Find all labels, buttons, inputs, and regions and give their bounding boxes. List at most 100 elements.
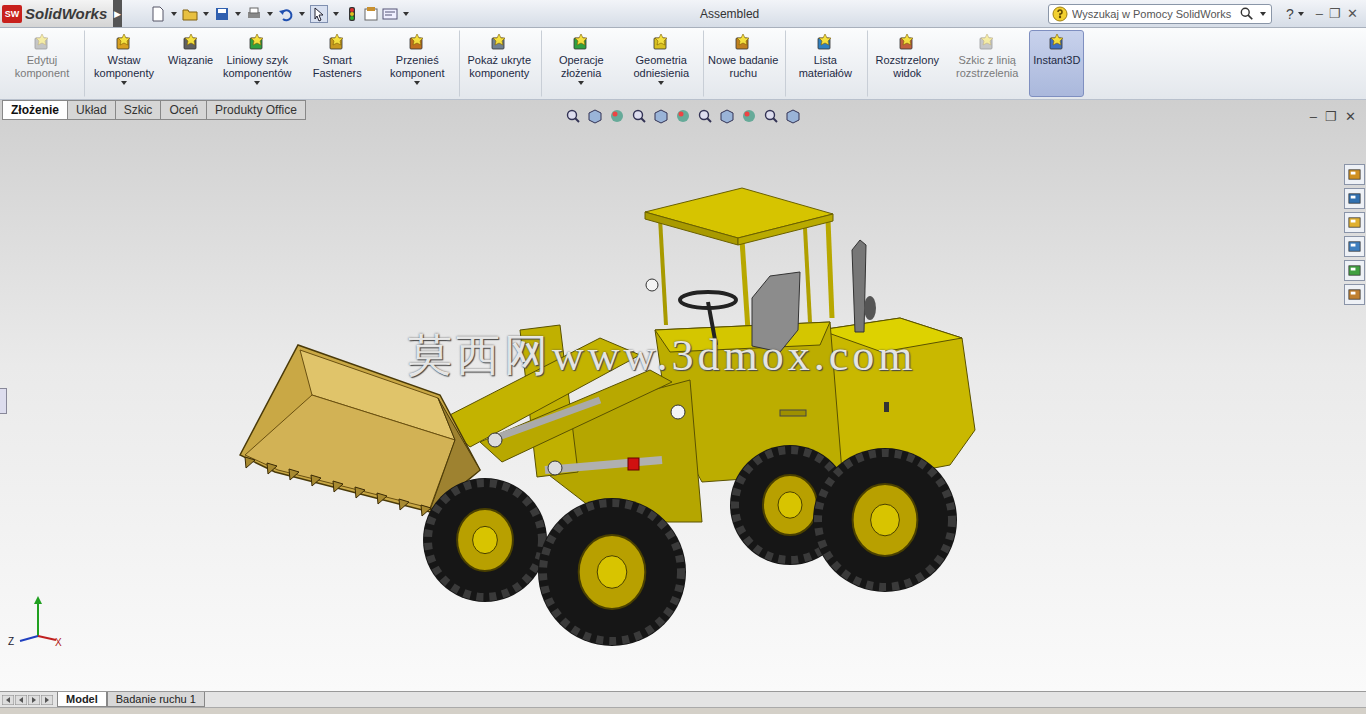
task-pane-button[interactable]: [1344, 212, 1365, 233]
ribbon-dropdown[interactable]: [254, 81, 260, 85]
command-tab[interactable]: Szkic: [116, 100, 162, 120]
solidworks-logo[interactable]: SW SolidWorks: [0, 0, 113, 27]
view-tool-icon[interactable]: [719, 108, 735, 124]
view-tool-icon[interactable]: [631, 108, 647, 124]
ribbon-button[interactable]: Operacje złożenia: [541, 30, 621, 97]
help-dropdown[interactable]: [1298, 12, 1304, 16]
view-tool-icon[interactable]: [609, 108, 625, 124]
ribbon-button[interactable]: Przenieś komponent: [377, 30, 457, 97]
ribbon-label: Edytuj komponent: [6, 54, 78, 80]
ribbon-button[interactable]: Instant3D: [1029, 30, 1084, 97]
ribbon-button[interactable]: Wstaw komponenty: [84, 30, 164, 97]
ribbon-button[interactable]: Smart Fasteners: [297, 30, 377, 97]
view-tool-icon[interactable]: [785, 108, 801, 124]
window-controls: –❐ ✕: [1310, 6, 1366, 21]
new-dropdown[interactable]: [171, 12, 177, 16]
command-tab[interactable]: Układ: [68, 100, 116, 120]
command-tab[interactable]: Złożenie: [2, 100, 68, 120]
view-tool-icon[interactable]: [675, 108, 691, 124]
wheel: [538, 498, 686, 646]
select-arrow-icon[interactable]: [310, 5, 328, 23]
scroll-arrow-icon[interactable]: [15, 695, 27, 705]
view-tool-icon[interactable]: [741, 108, 757, 124]
save-icon[interactable]: [214, 6, 230, 22]
command-icon: [327, 33, 347, 53]
ribbon-label: Wstaw komponenty: [88, 54, 160, 80]
scroll-arrow-icon[interactable]: [2, 695, 14, 705]
view-tool-icon[interactable]: [763, 108, 779, 124]
ribbon-button[interactable]: Edytuj komponent: [2, 30, 82, 97]
title-bar: SW SolidWorks ▶ Assembled Wyszukaj w Pom…: [0, 0, 1366, 28]
help-search-field[interactable]: Wyszukaj w Pomocy SolidWorks: [1048, 4, 1272, 24]
options-icon[interactable]: [382, 6, 398, 22]
file-properties-icon[interactable]: [363, 6, 379, 22]
ribbon-label: Smart Fasteners: [301, 54, 373, 80]
status-bar: [0, 707, 1366, 714]
window-control-button[interactable]: ❐: [1329, 6, 1341, 21]
ribbon-dropdown[interactable]: [414, 81, 420, 85]
scroll-arrow-icon[interactable]: [41, 695, 53, 705]
print-dropdown[interactable]: [267, 12, 273, 16]
task-pane-button[interactable]: [1344, 236, 1365, 257]
ribbon-label: Lista materiałów: [789, 54, 861, 80]
view-tool-icon[interactable]: [587, 108, 603, 124]
command-tab[interactable]: Oceń: [161, 100, 207, 120]
feature-manager-handle[interactable]: [0, 388, 7, 414]
command-icon: [897, 33, 917, 53]
ribbon-button[interactable]: Wiązanie: [164, 30, 217, 97]
view-tool-icon[interactable]: [565, 108, 581, 124]
document-control-button[interactable]: ❐: [1325, 109, 1337, 124]
ribbon-label: Pokaż ukryte komponenty: [463, 54, 535, 80]
command-icon: [571, 33, 591, 53]
ribbon-button[interactable]: Lista materiałów: [785, 30, 865, 97]
new-document-icon[interactable]: [150, 6, 166, 22]
print-icon[interactable]: [246, 6, 262, 22]
ribbon-button[interactable]: Pokaż ukryte komponenty: [459, 30, 539, 97]
search-dropdown[interactable]: [1260, 12, 1266, 16]
task-pane-button[interactable]: [1344, 260, 1365, 281]
window-control-button[interactable]: ✕: [1347, 6, 1358, 21]
command-icon: [733, 33, 753, 53]
model-tab[interactable]: Badanie ruchu 1: [107, 692, 205, 707]
ribbon-button[interactable]: Geometria odniesienia: [621, 30, 701, 97]
model-tabs-bar: ModelBadanie ruchu 1: [0, 691, 1366, 707]
command-tab[interactable]: Produkty Office: [207, 100, 306, 120]
undo-dropdown[interactable]: [299, 12, 305, 16]
magnifier-icon[interactable]: [1240, 7, 1254, 21]
ribbon-dropdown[interactable]: [658, 81, 664, 85]
document-control-button[interactable]: ✕: [1345, 109, 1356, 124]
ribbon-dropdown[interactable]: [121, 81, 127, 85]
open-folder-icon[interactable]: [182, 6, 198, 22]
ribbon-dropdown[interactable]: [578, 81, 584, 85]
command-icon: [32, 33, 52, 53]
wheel: [813, 448, 957, 592]
open-dropdown[interactable]: [203, 12, 209, 16]
model-tab[interactable]: Model: [57, 692, 107, 707]
wheel-loader-model[interactable]: ZX: [0, 126, 1366, 693]
ribbon-label: Liniowy szyk komponentów: [221, 54, 293, 80]
view-tool-icon[interactable]: [697, 108, 713, 124]
command-icon: [651, 33, 671, 53]
model-viewport[interactable]: ZX 莫西网www.3dmox.com: [0, 126, 1366, 691]
ribbon-button[interactable]: Nowe badanie ruchu: [703, 30, 783, 97]
menu-flyout[interactable]: ▶: [113, 0, 122, 27]
rebuild-traffic-light-icon[interactable]: [344, 6, 360, 22]
view-tool-icon[interactable]: [653, 108, 669, 124]
z-axis-label: Z: [8, 636, 14, 647]
document-control-button[interactable]: –: [1310, 109, 1317, 124]
save-dropdown[interactable]: [235, 12, 241, 16]
task-pane-button[interactable]: [1344, 164, 1365, 185]
select-dropdown[interactable]: [333, 12, 339, 16]
ribbon-button[interactable]: Liniowy szyk komponentów: [217, 30, 297, 97]
scroll-arrow-icon[interactable]: [28, 695, 40, 705]
ribbon-button[interactable]: Szkic z linią rozstrzelenia: [947, 30, 1027, 97]
help-button[interactable]: ?: [1282, 6, 1310, 22]
window-control-button[interactable]: –: [1316, 6, 1323, 21]
solidworks-window: SW SolidWorks ▶ Assembled Wyszukaj w Pom…: [0, 0, 1366, 714]
logo-badge: SW: [2, 5, 22, 23]
task-pane-button[interactable]: [1344, 284, 1365, 305]
options-dropdown[interactable]: [403, 12, 409, 16]
ribbon-button[interactable]: Rozstrzelony widok: [867, 30, 947, 97]
task-pane-button[interactable]: [1344, 188, 1365, 209]
undo-icon[interactable]: [278, 6, 294, 22]
